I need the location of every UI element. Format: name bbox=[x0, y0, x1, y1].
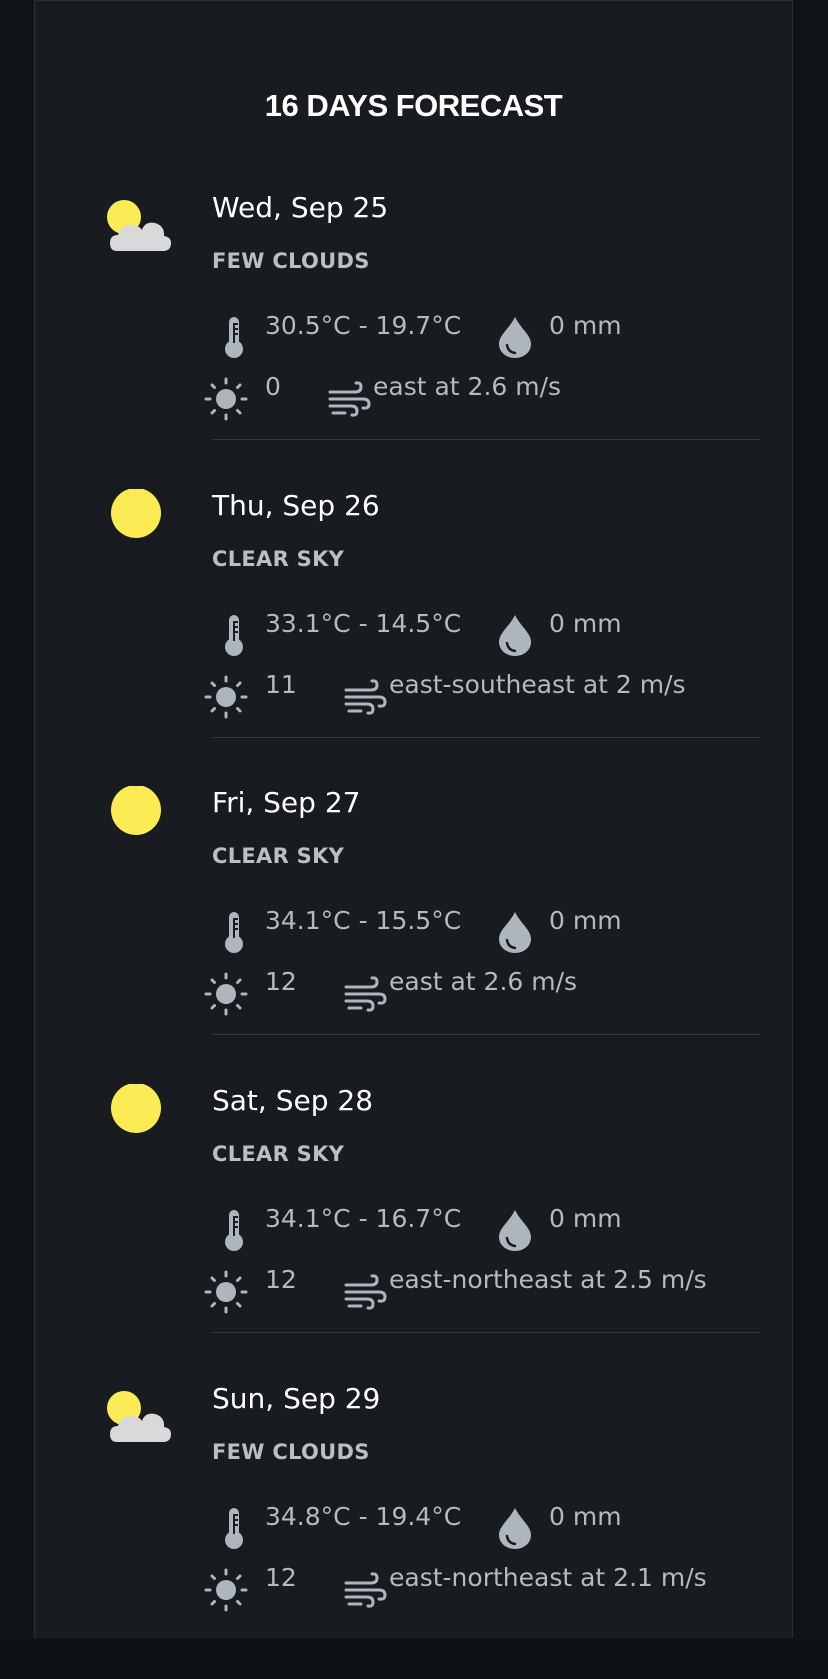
day-date: Wed, Sep 25 bbox=[212, 191, 389, 224]
day-description: FEW CLOUDS bbox=[212, 1440, 370, 1464]
forecast-day: Wed, Sep 25 FEW CLOUDS 30.5°C - 19.7°C 0… bbox=[35, 191, 792, 488]
uv-sun-icon bbox=[204, 972, 248, 1016]
day-date: Fri, Sep 27 bbox=[212, 786, 361, 819]
day-date: Thu, Sep 26 bbox=[212, 489, 380, 522]
wind-info: east at 2.6 m/s bbox=[373, 372, 562, 401]
thermometer-icon bbox=[225, 317, 243, 358]
day-description: CLEAR SKY bbox=[212, 1142, 345, 1166]
wind-info: east at 2.6 m/s bbox=[389, 967, 578, 996]
precipitation: 0 mm bbox=[549, 1204, 622, 1233]
clear-sky-icon bbox=[111, 1084, 161, 1133]
precipitation: 0 mm bbox=[549, 609, 622, 638]
raindrop-icon bbox=[499, 912, 531, 953]
forecast-title: 16 DAYS FORECAST bbox=[264, 88, 563, 123]
wind-icon bbox=[344, 679, 387, 715]
precipitation: 0 mm bbox=[549, 906, 622, 935]
uv-index: 12 bbox=[265, 967, 297, 996]
uv-index: 12 bbox=[265, 1265, 297, 1294]
wind-icon bbox=[344, 1274, 387, 1310]
forecast-day: Fri, Sep 27 CLEAR SKY 34.1°C - 15.5°C 0 … bbox=[35, 786, 792, 1083]
forecast-day: Thu, Sep 26 CLEAR SKY 33.1°C - 14.5°C 0 … bbox=[35, 489, 792, 786]
temperature-range: 33.1°C - 14.5°C bbox=[265, 609, 462, 638]
few-clouds-icon bbox=[107, 200, 171, 251]
uv-index: 0 bbox=[265, 372, 281, 401]
uv-index: 12 bbox=[265, 1563, 297, 1592]
temperature-range: 30.5°C - 19.7°C bbox=[265, 311, 462, 340]
day-date: Sat, Sep 28 bbox=[212, 1084, 374, 1117]
clear-sky-icon bbox=[111, 489, 161, 538]
day-description: CLEAR SKY bbox=[212, 547, 345, 571]
raindrop-icon bbox=[499, 615, 531, 656]
precipitation: 0 mm bbox=[549, 311, 622, 340]
uv-sun-icon bbox=[204, 1568, 248, 1612]
wind-info: east-southeast at 2 m/s bbox=[389, 670, 686, 699]
thermometer-icon bbox=[225, 1210, 243, 1251]
day-date: Sun, Sep 29 bbox=[212, 1382, 381, 1415]
day-divider bbox=[212, 1034, 760, 1035]
uv-sun-icon bbox=[204, 675, 248, 719]
temperature-range: 34.1°C - 15.5°C bbox=[265, 906, 462, 935]
left-gutter bbox=[0, 0, 35, 1638]
temperature-range: 34.8°C - 19.4°C bbox=[265, 1502, 462, 1531]
raindrop-icon bbox=[499, 1508, 531, 1549]
temperature-range: 34.1°C - 16.7°C bbox=[265, 1204, 462, 1233]
thermometer-icon bbox=[225, 912, 243, 953]
wind-info: east-northeast at 2.5 m/s bbox=[389, 1265, 707, 1294]
day-divider bbox=[212, 737, 760, 738]
few-clouds-icon bbox=[107, 1391, 171, 1442]
raindrop-icon bbox=[499, 1210, 531, 1251]
wind-icon bbox=[344, 976, 387, 1012]
wind-info: east-northeast at 2.1 m/s bbox=[389, 1563, 707, 1592]
uv-sun-icon bbox=[204, 1270, 248, 1314]
forecast-day: Sun, Sep 29 FEW CLOUDS 34.8°C - 19.4°C 0… bbox=[35, 1382, 792, 1679]
thermometer-icon bbox=[225, 615, 243, 656]
forecast-day: Sat, Sep 28 CLEAR SKY 34.1°C - 16.7°C 0 … bbox=[35, 1084, 792, 1381]
wind-icon bbox=[344, 1572, 387, 1608]
uv-index: 11 bbox=[265, 670, 297, 699]
day-description: CLEAR SKY bbox=[212, 844, 345, 868]
precipitation: 0 mm bbox=[549, 1502, 622, 1531]
raindrop-icon bbox=[499, 317, 531, 358]
clear-sky-icon bbox=[111, 786, 161, 835]
right-gutter bbox=[792, 0, 828, 1638]
day-divider bbox=[212, 439, 760, 440]
wind-icon bbox=[328, 381, 371, 417]
uv-sun-icon bbox=[204, 377, 248, 421]
day-divider bbox=[212, 1332, 760, 1333]
day-description: FEW CLOUDS bbox=[212, 249, 370, 273]
forecast-panel: 16 DAYS FORECAST Wed, Sep 25 FEW CLOUDS … bbox=[35, 0, 792, 1638]
thermometer-icon bbox=[225, 1508, 243, 1549]
